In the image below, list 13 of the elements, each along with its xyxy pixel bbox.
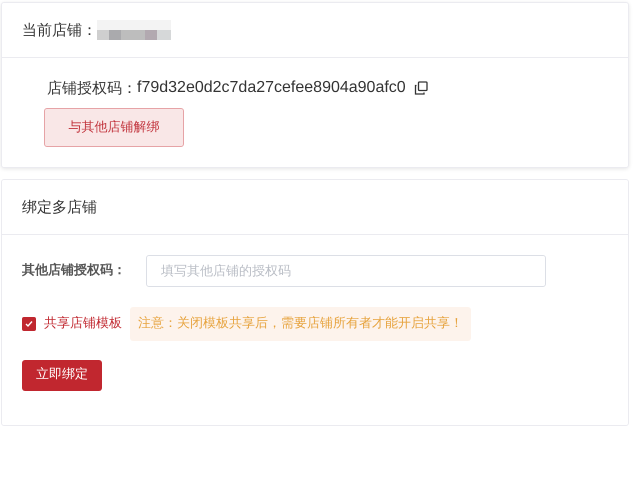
copy-icon[interactable] — [414, 81, 428, 95]
unbind-button[interactable]: 与其他店铺解绑 — [44, 108, 184, 147]
auth-code-label: 店铺授权码： — [47, 78, 137, 99]
checkbox-label[interactable]: 共享店铺模板 — [44, 314, 122, 334]
auth-code: f79d32e0d2c7da27cefee8904a90afc0 — [137, 78, 406, 98]
auth-code-input[interactable]: 填写其他店铺的授权码 — [146, 255, 546, 287]
section-title: 绑定多店铺 — [22, 196, 97, 218]
store-label: 当前店铺： — [22, 20, 97, 41]
field-label: 其他店铺授权码： — [22, 262, 127, 280]
notice-text: 注意：关闭模板共享后，需要店铺所有者才能开启共享！ — [130, 307, 471, 340]
bind-button[interactable]: 立即绑定 — [22, 360, 102, 390]
check-icon — [24, 318, 34, 329]
checkbox[interactable] — [22, 316, 36, 331]
